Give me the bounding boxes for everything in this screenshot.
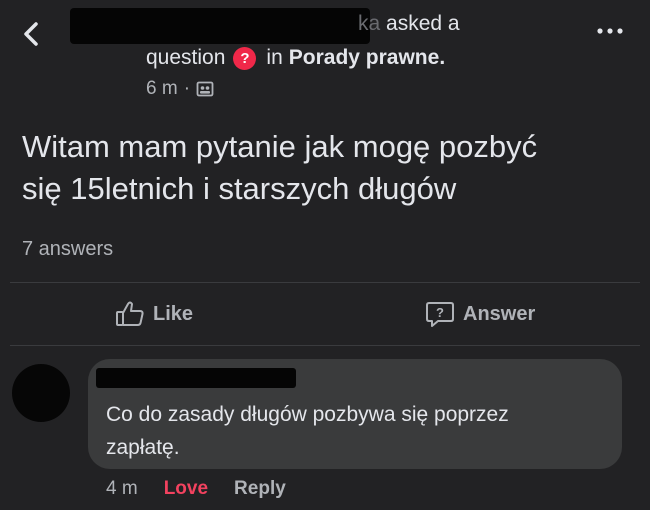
post-body-line: Witam mam pytanie jak mogę pozbyć <box>22 129 538 164</box>
answer-label: Answer <box>463 302 536 325</box>
answer-button[interactable]: ? Answer <box>425 300 535 328</box>
author-name-suffix: ka <box>358 12 381 35</box>
svg-text:?: ? <box>436 305 444 320</box>
answers-count[interactable]: 7 answers <box>22 238 113 261</box>
divider <box>10 282 640 283</box>
asked-text: asked a <box>386 12 460 35</box>
question-word: question <box>146 46 226 69</box>
post-meta: 6 m · <box>146 78 214 100</box>
thumbs-up-icon <box>116 301 144 326</box>
divider <box>10 345 640 346</box>
question-line: question ? in Porady prawne. <box>146 46 445 70</box>
like-label: Like <box>153 302 194 325</box>
more-options-button[interactable] <box>596 24 624 38</box>
like-button[interactable]: Like <box>115 300 193 328</box>
group-icon <box>196 81 214 97</box>
redacted-commenter-name <box>96 368 296 388</box>
group-name-link[interactable]: Porady prawne. <box>289 46 445 70</box>
meta-separator: · <box>183 78 191 99</box>
post-body: Witam mam pytanie jak mogę pozbyć się 15… <box>22 126 632 210</box>
comment-text-line: zapłatę. <box>106 436 180 459</box>
redacted-author-name <box>70 8 370 44</box>
question-badge-icon: ? <box>233 46 257 70</box>
more-dots-icon <box>597 28 623 34</box>
comment-text: Co do zasady długów pozbywa się poprzez … <box>106 398 616 464</box>
reply-button[interactable]: Reply <box>234 478 286 500</box>
chevron-left-icon <box>24 22 38 46</box>
in-word: in <box>266 46 283 69</box>
comment-time[interactable]: 4 m <box>106 478 138 500</box>
question-bubble-icon: ? <box>426 302 454 327</box>
post-time[interactable]: 6 m <box>146 78 178 100</box>
comment-footer: 4 m Love Reply <box>106 478 286 500</box>
love-reaction-button[interactable]: Love <box>164 478 208 500</box>
back-button[interactable] <box>16 18 48 50</box>
comment-text-line: Co do zasady długów pozbywa się poprzez <box>106 403 509 426</box>
commenter-avatar[interactable] <box>12 364 70 422</box>
post-body-line: się 15letnich i starszych długów <box>22 171 457 206</box>
asked-line: ka asked a <box>358 12 460 36</box>
